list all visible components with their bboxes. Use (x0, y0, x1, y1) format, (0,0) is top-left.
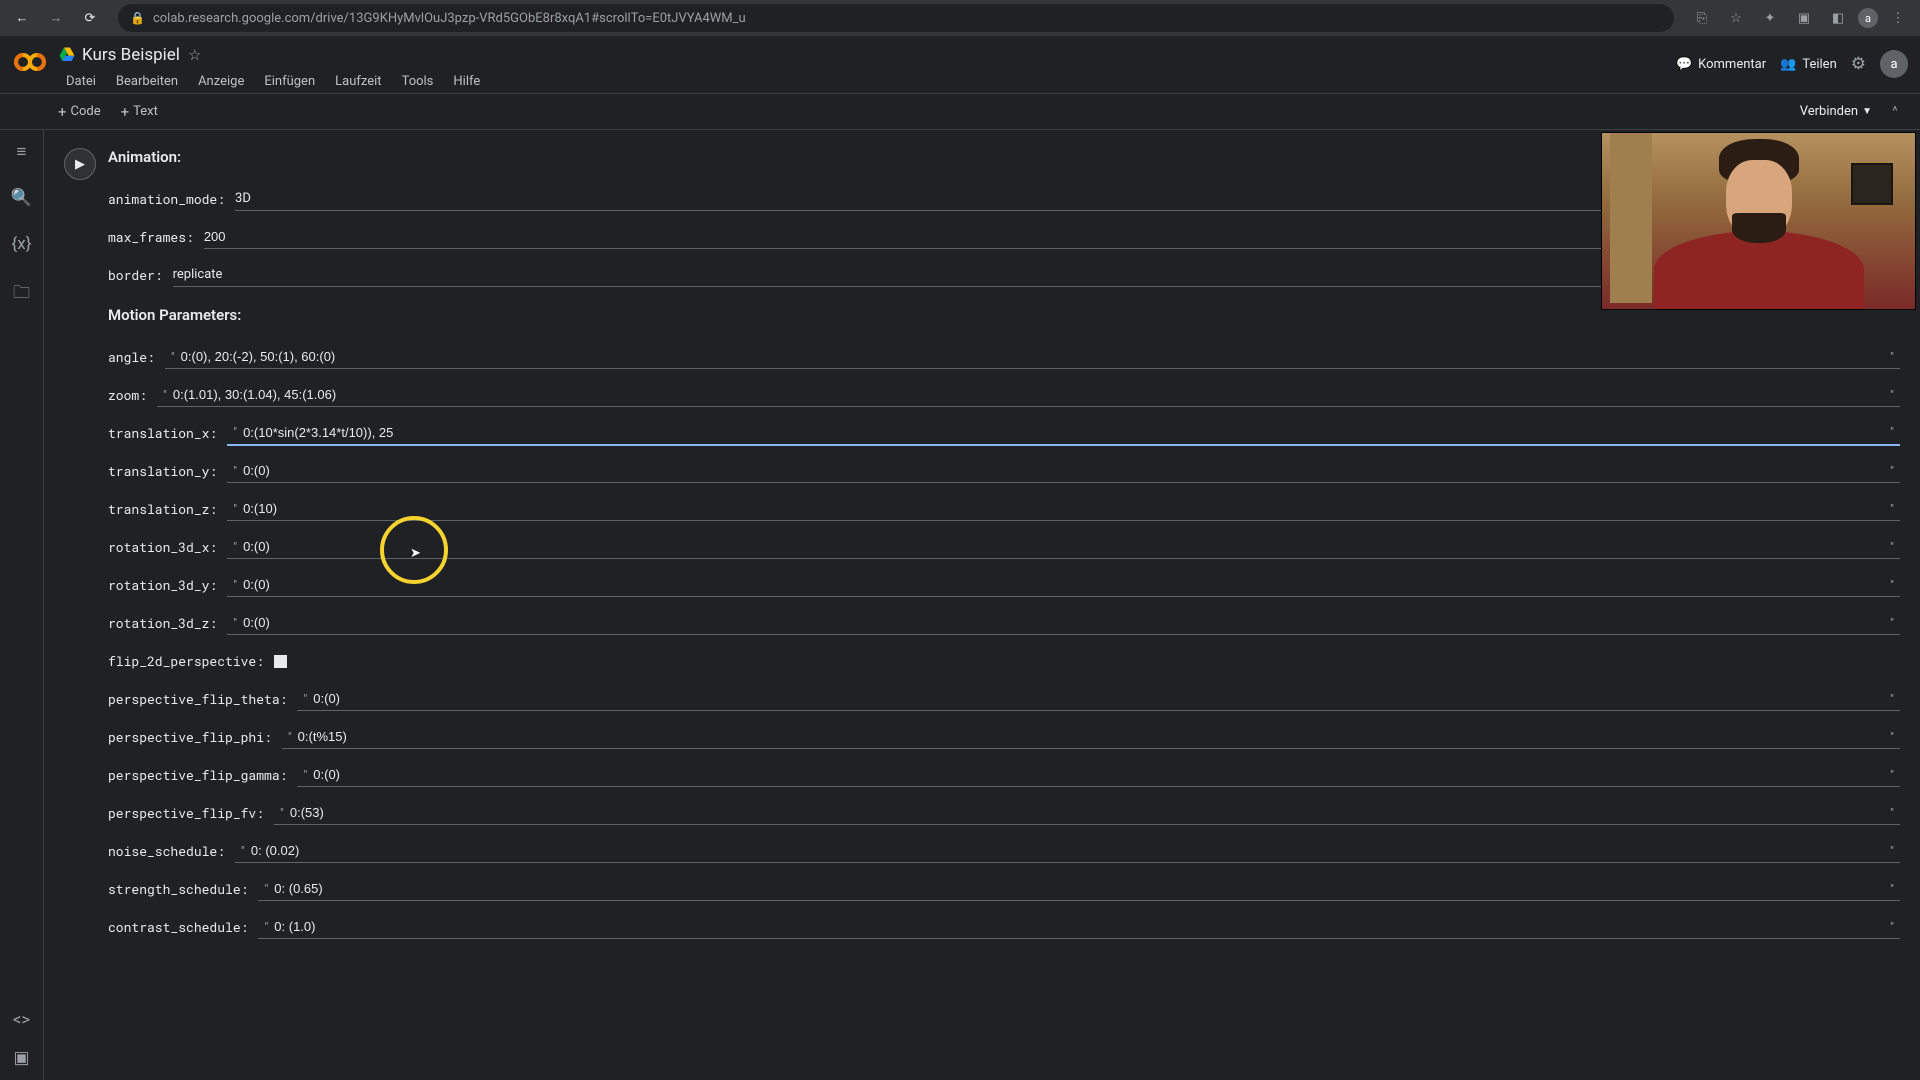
toc-icon[interactable]: ≡ (17, 142, 27, 162)
chevron-down-icon: ▼ (1862, 106, 1872, 117)
install-icon[interactable]: ⎘ (1688, 4, 1716, 32)
param-noise-schedule: noise_schedule: "" (108, 832, 1900, 870)
translation-z-input[interactable] (243, 501, 1884, 516)
param-perspective-flip-theta: perspective_flip_theta: "" (108, 680, 1900, 718)
param-flip-2d-perspective: flip_2d_perspective: (108, 642, 1900, 680)
param-translation-x: translation_x: "" (108, 414, 1900, 452)
url-bar[interactable]: 🔒 colab.research.google.com/drive/13G9KH… (118, 4, 1674, 32)
param-contrast-schedule: contrast_schedule: "" (108, 908, 1900, 946)
noise-schedule-input[interactable] (251, 843, 1884, 858)
run-cell-button[interactable]: ▶ (64, 148, 96, 180)
comment-icon: 💬 (1676, 57, 1692, 72)
zoom-input[interactable] (173, 387, 1884, 402)
editor-toggle-icon[interactable]: ^ (1882, 99, 1908, 125)
drive-icon (58, 46, 76, 64)
files-icon[interactable]: 🗀 (13, 280, 30, 309)
perspective-flip-gamma-input[interactable] (313, 767, 1884, 782)
param-perspective-flip-phi: perspective_flip_phi: "" (108, 718, 1900, 756)
plus-icon: + (121, 103, 130, 121)
contrast-schedule-input[interactable] (274, 919, 1884, 934)
star-icon[interactable]: ☆ (1722, 4, 1750, 32)
connect-button[interactable]: Verbinden ▼ (1800, 104, 1872, 119)
browser-chrome: ← → ⟳ 🔒 colab.research.google.com/drive/… (0, 0, 1920, 36)
param-angle: angle: "" (108, 338, 1900, 376)
webcam-overlay (1601, 132, 1916, 310)
menu-edit[interactable]: Bearbeiten (108, 70, 186, 93)
param-strength-schedule: strength_schedule: "" (108, 870, 1900, 908)
rotation-3d-z-input[interactable] (243, 615, 1884, 630)
document-title[interactable]: Kurs Beispiel (82, 45, 180, 65)
settings-icon[interactable]: ⚙ (1851, 54, 1866, 74)
param-rotation-3d-y: rotation_3d_y: "" (108, 566, 1900, 604)
menu-bar: Datei Bearbeiten Anzeige Einfügen Laufze… (58, 70, 1676, 93)
param-rotation-3d-z: rotation_3d_z: "" (108, 604, 1900, 642)
user-avatar[interactable]: a (1880, 50, 1908, 78)
perspective-flip-theta-input[interactable] (313, 691, 1884, 706)
colab-logo[interactable] (12, 44, 48, 80)
param-translation-z: translation_z: "" (108, 490, 1900, 528)
browser-actions: ⎘ ☆ ✦ ▣ ◧ a ⋮ (1688, 4, 1912, 32)
star-document-icon[interactable]: ☆ (188, 46, 201, 64)
lock-icon: 🔒 (130, 11, 145, 25)
add-code-button[interactable]: + Code (48, 99, 111, 125)
translation-y-input[interactable] (243, 463, 1884, 478)
menu-view[interactable]: Anzeige (190, 70, 252, 93)
browser-menu-icon[interactable]: ⋮ (1884, 4, 1912, 32)
menu-help[interactable]: Hilfe (445, 70, 488, 93)
sidepanel-icon[interactable]: ◧ (1824, 4, 1852, 32)
menu-insert[interactable]: Einfügen (256, 70, 323, 93)
code-snippets-icon[interactable]: <> (13, 1010, 31, 1030)
translation-x-input[interactable] (243, 425, 1884, 440)
param-translation-y: translation_y: "" (108, 452, 1900, 490)
menu-tools[interactable]: Tools (394, 70, 442, 93)
colab-toolbar: + Code + Text Verbinden ▼ ^ (0, 94, 1920, 130)
reload-button[interactable]: ⟳ (76, 4, 104, 32)
menu-runtime[interactable]: Laufzeit (327, 70, 389, 93)
share-icon: 👥 (1780, 57, 1796, 72)
notebook-content: ▶ ↑ ↓ ⎘ ✎ ⚙ ⿻ 🗑 ⋮ Animation: animation_m… (44, 130, 1920, 1080)
rotation-3d-y-input[interactable] (243, 577, 1884, 592)
terminal-icon[interactable]: ▣ (13, 1048, 29, 1068)
menu-file[interactable]: Datei (58, 70, 104, 93)
param-perspective-flip-gamma: perspective_flip_gamma: "" (108, 756, 1900, 794)
colab-header: Kurs Beispiel ☆ Datei Bearbeiten Anzeige… (0, 36, 1920, 94)
rotation-3d-x-input[interactable] (243, 539, 1884, 554)
extensions-icon[interactable]: ✦ (1756, 4, 1784, 32)
left-rail: ≡ 🔍 {x} 🗀 <> ▣ (0, 130, 44, 1080)
angle-input[interactable] (181, 349, 1885, 364)
share-button[interactable]: 👥 Teilen (1780, 57, 1837, 72)
variables-icon[interactable]: {x} (12, 234, 32, 254)
perspective-flip-fv-input[interactable] (290, 805, 1884, 820)
forward-button[interactable]: → (42, 4, 70, 32)
strength-schedule-input[interactable] (274, 881, 1884, 896)
plus-icon: + (58, 103, 67, 121)
browser-avatar[interactable]: a (1858, 8, 1878, 28)
param-zoom: zoom: "" (108, 376, 1900, 414)
perspective-flip-phi-input[interactable] (298, 729, 1884, 744)
url-text: colab.research.google.com/drive/13G9KHyM… (153, 11, 746, 26)
flip-2d-perspective-checkbox[interactable] (274, 655, 287, 668)
search-icon[interactable]: 🔍 (11, 188, 32, 208)
param-perspective-flip-fv: perspective_flip_fv: "" (108, 794, 1900, 832)
param-rotation-3d-x: rotation_3d_x: "" (108, 528, 1900, 566)
comment-button[interactable]: 💬 Kommentar (1676, 57, 1766, 72)
reader-icon[interactable]: ▣ (1790, 4, 1818, 32)
back-button[interactable]: ← (8, 4, 36, 32)
add-text-button[interactable]: + Text (111, 99, 168, 125)
